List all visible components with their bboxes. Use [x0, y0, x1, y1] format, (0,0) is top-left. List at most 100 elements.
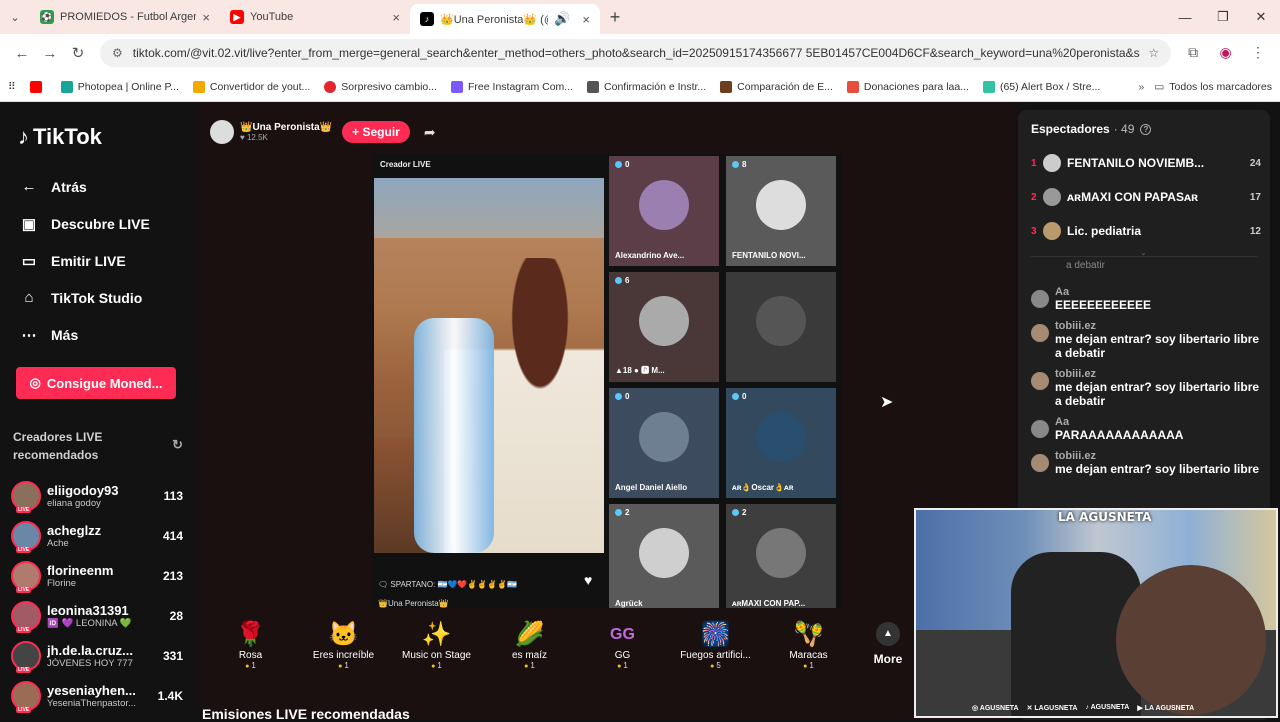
bookmark-youtube[interactable]	[29, 80, 47, 93]
gift-item[interactable]: 🎆 Fuegos artifici...5	[668, 620, 763, 670]
avatar[interactable]	[210, 120, 234, 144]
creator-live-label: Creador LIVE	[380, 160, 431, 169]
bookmark-item[interactable]: Donaciones para laa...	[846, 80, 969, 93]
bookmark-item[interactable]: Comparación de E...	[720, 80, 833, 93]
avatar[interactable]	[1031, 372, 1049, 390]
gift-item[interactable]: GGGG1	[575, 620, 670, 670]
heart-icon[interactable]: ♥	[584, 572, 592, 588]
gift-item[interactable]: 🪇 Maracas1	[761, 620, 856, 670]
donation-icon	[846, 80, 859, 93]
guest-tile[interactable]: 8 FENTANILO NOVI...	[726, 156, 836, 266]
bookmark-item[interactable]: Sorpresivo cambio...	[324, 80, 437, 93]
bookmark-item[interactable]: (65) Alert Box / Stre...	[982, 80, 1100, 93]
chat-user[interactable]: tobiii.ez	[1055, 368, 1261, 380]
stream-player[interactable]: Creador LIVE ♥ 🗨 SPARTANO: 🇦🇷💙❤️✌️✌️✌️✌️…	[372, 154, 842, 614]
sidebar-item-studio[interactable]: ⌂ TikTok Studio	[18, 279, 150, 316]
avatar	[11, 481, 41, 513]
tab-promiedos[interactable]: ⚽ PROMIEDOS - Futbol Argentino ×	[30, 0, 220, 34]
tab-close-icon[interactable]: ×	[582, 12, 590, 27]
guest-tile[interactable]: 0 Alexandrino Ave...	[609, 156, 719, 266]
guest-tile-empty[interactable]	[726, 272, 836, 382]
restore-icon[interactable]: ❐	[1204, 9, 1242, 25]
chat-message: tobiii.ez me dejan entrar? soy libertario…	[1031, 320, 1261, 360]
guest-count: 2	[742, 508, 747, 517]
all-bookmarks[interactable]: ▭ Todos los marcadores	[1154, 81, 1272, 93]
bookmark-item[interactable]: Photopea | Online P...	[60, 80, 179, 93]
sidebar-item-discover-live[interactable]: ▣ Descubre LIVE	[18, 205, 150, 242]
chat-user[interactable]: Aa	[1055, 286, 1151, 298]
apps-grid-icon[interactable]: ⠿	[8, 81, 16, 93]
tab-close-icon[interactable]: ×	[202, 10, 210, 25]
viewers-heading[interactable]: Espectadores · 49 ?	[1031, 122, 1152, 136]
tab-close-icon[interactable]: ×	[392, 10, 400, 25]
chat-user[interactable]: Aa	[1055, 416, 1183, 428]
guest-tile[interactable]: 2 Agrück	[609, 504, 719, 614]
sidebar-item-label: Emitir LIVE	[51, 252, 126, 269]
sidebar-item-back[interactable]: ← Atrás	[18, 168, 150, 205]
close-window-icon[interactable]: ✕	[1242, 9, 1280, 25]
guest-tile[interactable]: 2 ᴀʀMAXI CON PAP...	[726, 504, 836, 614]
creator-item[interactable]: florineenmFlorine 213	[11, 556, 183, 596]
creator-nickname: 🆔 💜 LEONINA 💚	[47, 618, 132, 629]
viewer-rank: 3	[1031, 225, 1037, 237]
avatar[interactable]	[1031, 324, 1049, 342]
refresh-icon[interactable]: ↻	[172, 436, 183, 454]
follow-button[interactable]: + Seguir	[342, 121, 410, 143]
bookmark-item[interactable]: Free Instagram Com...	[451, 80, 573, 93]
tiktok-logo[interactable]: ♪ TikTok	[18, 124, 102, 150]
creator-item[interactable]: acheglzzAche 414	[11, 516, 183, 556]
get-coins-button[interactable]: ◎ Consigue Moned...	[16, 367, 176, 399]
viewer-row[interactable]: 3 Lic. pediatria 12	[1031, 214, 1261, 248]
more-gifts-button[interactable]: ▲ More	[872, 622, 904, 666]
viewer-count: 28	[169, 609, 183, 623]
gift-item[interactable]: 🌽 es maíz1	[482, 620, 577, 670]
creator-item[interactable]: eliigodoy93eliana godoy 113	[11, 476, 183, 516]
guest-tile[interactable]: 6 ▲18 ● 🅿 M...	[609, 272, 719, 382]
minimize-icon[interactable]: —	[1166, 10, 1204, 25]
new-tab-button[interactable]: +	[600, 7, 630, 28]
tab-youtube[interactable]: ▶ YouTube ×	[220, 0, 410, 34]
info-icon[interactable]: ?	[1140, 123, 1152, 135]
avatar[interactable]	[1031, 454, 1049, 472]
host-name[interactable]: 👑Una Peronista👑	[240, 122, 332, 133]
avatar[interactable]	[1031, 420, 1049, 438]
guest-tile[interactable]: 0 Angel Daniel Aiello	[609, 388, 719, 498]
chat-user[interactable]: tobiii.ez	[1055, 320, 1261, 332]
menu-icon[interactable]: ⋮	[1244, 44, 1272, 61]
creator-item[interactable]: leonina31391🆔 💜 LEONINA 💚 28	[11, 596, 183, 636]
share-icon[interactable]: ➦	[424, 124, 436, 141]
creator-item[interactable]: yeseniayhen...YeseniaThenpastor... 1.4K	[11, 676, 183, 716]
tab-search-icon[interactable]: ⌄	[0, 0, 30, 34]
bookmark-item[interactable]: Convertidor de yout...	[192, 80, 310, 93]
gift-item[interactable]: 🌹 Rosa1	[203, 620, 298, 670]
bookmark-star-icon[interactable]: ☆	[1148, 46, 1159, 60]
sidebar-item-go-live[interactable]: ▭ Emitir LIVE	[18, 242, 150, 279]
url-field[interactable]: ⚙ tiktok.com/@vit.02.vit/live?enter_from…	[100, 39, 1172, 67]
sidebar-item-more[interactable]: ⋯ Más	[18, 316, 150, 353]
more-bookmarks-icon[interactable]: »	[1139, 81, 1145, 93]
site-info-icon[interactable]: ⚙	[112, 46, 123, 60]
viewer-row[interactable]: 2 ᴀʀMAXI CON PAPASᴀʀ 17	[1031, 180, 1261, 214]
recommended-title: Creadores LIVE recomendados	[13, 430, 103, 462]
back-arrow-icon[interactable]: ←	[8, 45, 36, 62]
forward-arrow-icon[interactable]: →	[36, 45, 64, 62]
chat-text: me dejan entrar? soy libertario libre a …	[1055, 332, 1260, 360]
viewer-row[interactable]: 1 FENTANILO NOVIEMB... 24	[1031, 146, 1261, 180]
tab-tiktok[interactable]: ♪ 👑Una Peronista👑 (@vit.0 🔊 ×	[410, 4, 600, 34]
extensions-icon[interactable]: ⧉	[1179, 44, 1207, 61]
creator-name: jh.de.la.cruz...	[47, 643, 133, 658]
gift-item[interactable]: 🐱 Eres increíble1	[296, 620, 391, 670]
chat-user[interactable]: tobiii.ez	[1055, 450, 1259, 462]
gift-item[interactable]: ✨ Music on Stage1	[389, 620, 484, 670]
guest-tile[interactable]: 0 ᴀʀ👌Oscar👌ᴀʀ	[726, 388, 836, 498]
bookmark-item[interactable]: Confirmación e Instr...	[587, 80, 706, 93]
bookmark-label: Comparación de E...	[737, 80, 833, 93]
profile-icon[interactable]: ◉	[1212, 44, 1240, 61]
chat-text: EEEEEEEEEEEE	[1055, 298, 1152, 312]
speaker-icon[interactable]: 🔊	[554, 11, 570, 27]
gift-name: Eres increíble	[312, 650, 375, 661]
avatar[interactable]	[1031, 290, 1049, 308]
guest-score: 0	[615, 160, 629, 169]
creator-item[interactable]: jh.de.la.cruz...JÓVENES HOY 777 331	[11, 636, 183, 676]
reload-icon[interactable]: ↻	[64, 44, 92, 62]
